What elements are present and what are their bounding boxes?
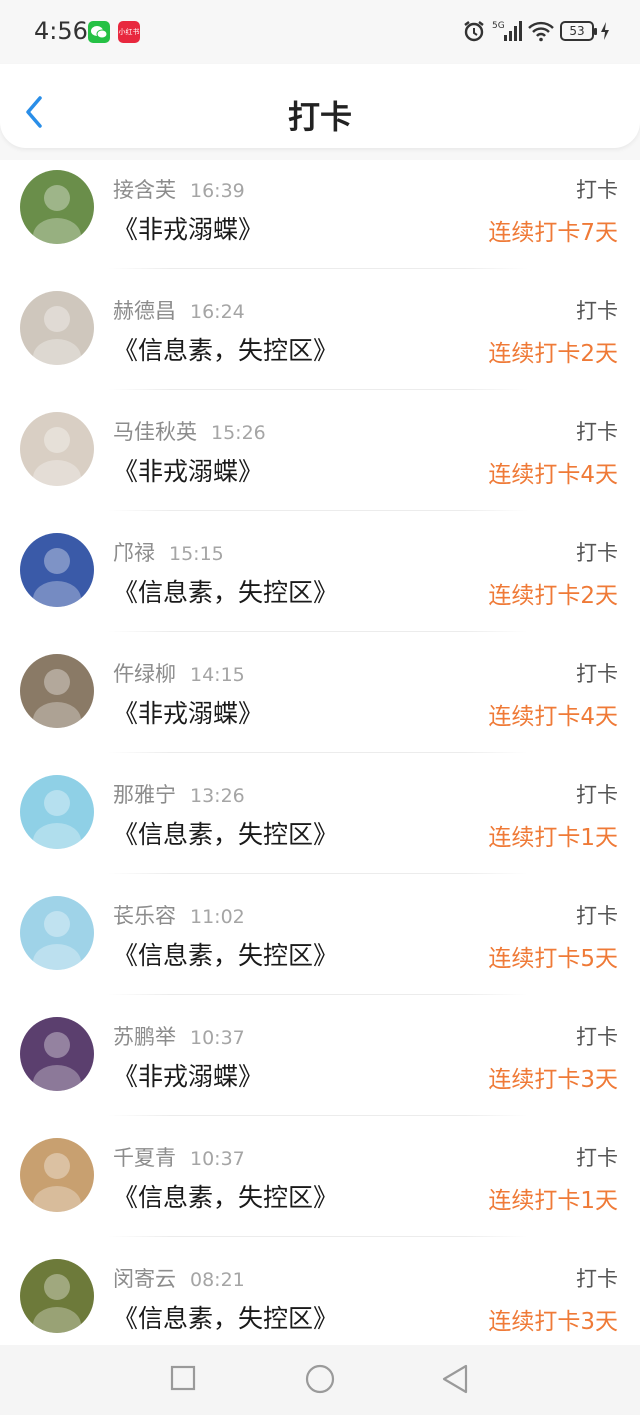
list-item[interactable]: 仵绿柳 14:15 《非戎溺蝶》 打卡 连续打卡4天 <box>0 632 640 753</box>
user-name: 苌乐容 <box>113 904 176 928</box>
checkin-label: 打卡 <box>576 904 618 928</box>
user-name-line: 苌乐容 11:02 <box>113 900 245 930</box>
book-title: 《信息素，失控区》 <box>113 336 339 365</box>
checkin-label: 打卡 <box>576 1267 618 1291</box>
avatar[interactable] <box>20 412 94 486</box>
user-name-line: 闵寄云 08:21 <box>113 1263 245 1293</box>
book-title: 《非戎溺蝶》 <box>113 215 264 244</box>
checkin-time: 14:15 <box>190 664 245 686</box>
list-item[interactable]: 马佳秋英 15:26 《非戎溺蝶》 打卡 连续打卡4天 <box>0 390 640 511</box>
list-item[interactable]: 苏鹏举 10:37 《非戎溺蝶》 打卡 连续打卡3天 <box>0 995 640 1116</box>
streak-count: 连续打卡2天 <box>488 341 618 367</box>
avatar[interactable] <box>20 1017 94 1091</box>
checkin-time: 11:02 <box>190 906 245 928</box>
status-icons: 5G 53 <box>462 18 610 44</box>
book-title: 《信息素，失控区》 <box>113 1183 339 1212</box>
list-item[interactable]: 苌乐容 11:02 《信息素，失控区》 打卡 连续打卡5天 <box>0 874 640 995</box>
user-name-line: 邝禄 15:15 <box>113 537 224 567</box>
user-name-line: 赫德昌 16:24 <box>113 295 245 325</box>
streak-count: 连续打卡1天 <box>488 825 618 851</box>
avatar[interactable] <box>20 896 94 970</box>
avatar[interactable] <box>20 1138 94 1212</box>
svg-text:5G: 5G <box>492 21 505 31</box>
checkin-time: 10:37 <box>190 1148 245 1170</box>
user-name: 仵绿柳 <box>113 662 176 686</box>
book-title: 《信息素，失控区》 <box>113 1304 339 1333</box>
user-name-line: 那雅宁 13:26 <box>113 779 245 809</box>
avatar[interactable] <box>20 1259 94 1333</box>
checkin-list: 接含芙 16:39 《非戎溺蝶》 打卡 连续打卡7天 赫德昌 16:24 《信息素，… <box>0 148 640 1358</box>
battery-indicator: 53 <box>560 21 597 41</box>
avatar[interactable] <box>20 533 94 607</box>
book-title: 《非戎溺蝶》 <box>113 699 264 728</box>
checkin-label: 打卡 <box>576 1025 618 1049</box>
user-name: 马佳秋英 <box>113 420 197 444</box>
user-name: 邝禄 <box>113 541 155 565</box>
navigation-bar <box>0 1345 640 1415</box>
book-title: 《信息素，失控区》 <box>113 578 339 607</box>
list-item[interactable]: 邝禄 15:15 《信息素，失控区》 打卡 连续打卡2天 <box>0 511 640 632</box>
checkin-label: 打卡 <box>576 783 618 807</box>
user-name-line: 苏鹏举 10:37 <box>113 1021 245 1051</box>
checkin-time: 15:26 <box>211 422 266 444</box>
user-name: 赫德昌 <box>113 299 176 323</box>
user-name: 闵寄云 <box>113 1267 176 1291</box>
recent-apps-icon[interactable] <box>170 1365 196 1391</box>
streak-count: 连续打卡3天 <box>488 1309 618 1335</box>
checkin-time: 08:21 <box>190 1269 245 1291</box>
charging-icon <box>601 22 609 40</box>
signal-5g-icon: 5G <box>492 21 522 41</box>
checkin-time: 13:26 <box>190 785 245 807</box>
user-name: 苏鹏举 <box>113 1025 176 1049</box>
back-triangle-icon[interactable] <box>441 1364 469 1394</box>
streak-count: 连续打卡3天 <box>488 1067 618 1093</box>
user-name: 千夏青 <box>113 1146 176 1170</box>
user-name-line: 仵绿柳 14:15 <box>113 658 245 688</box>
user-name: 那雅宁 <box>113 783 176 807</box>
list-item[interactable]: 闵寄云 08:21 《信息素，失控区》 打卡 连续打卡3天 <box>0 1237 640 1358</box>
streak-count: 连续打卡1天 <box>488 1188 618 1214</box>
book-title: 《非戎溺蝶》 <box>113 1062 264 1091</box>
user-name-line: 千夏青 10:37 <box>113 1142 245 1172</box>
checkin-label: 打卡 <box>576 178 618 202</box>
avatar[interactable] <box>20 775 94 849</box>
list-item[interactable]: 赫德昌 16:24 《信息素，失控区》 打卡 连续打卡2天 <box>0 269 640 390</box>
checkin-time: 15:15 <box>169 543 224 565</box>
list-item[interactable]: 千夏青 10:37 《信息素，失控区》 打卡 连续打卡1天 <box>0 1116 640 1237</box>
checkin-time: 10:37 <box>190 1027 245 1049</box>
xiaohongshu-icon: 小红书 <box>118 21 140 43</box>
checkin-label: 打卡 <box>576 299 618 323</box>
streak-count: 连续打卡7天 <box>488 220 618 246</box>
book-title: 《非戎溺蝶》 <box>113 457 264 486</box>
avatar[interactable] <box>20 170 94 244</box>
checkin-label: 打卡 <box>576 662 618 686</box>
book-title: 《信息素，失控区》 <box>113 941 339 970</box>
checkin-label: 打卡 <box>576 1146 618 1170</box>
user-name: 接含芙 <box>113 178 176 202</box>
streak-count: 连续打卡4天 <box>488 704 618 730</box>
book-title: 《信息素，失控区》 <box>113 820 339 849</box>
streak-count: 连续打卡2天 <box>488 583 618 609</box>
wifi-icon <box>528 21 554 42</box>
checkin-time: 16:39 <box>190 180 245 202</box>
page-title: 打卡 <box>287 98 352 136</box>
streak-count: 连续打卡4天 <box>488 462 618 488</box>
list-item[interactable]: 接含芙 16:39 《非戎溺蝶》 打卡 连续打卡7天 <box>0 148 640 269</box>
list-item[interactable]: 那雅宁 13:26 《信息素，失控区》 打卡 连续打卡1天 <box>0 753 640 874</box>
checkin-time: 16:24 <box>190 301 245 323</box>
avatar[interactable] <box>20 654 94 728</box>
checkin-label: 打卡 <box>576 541 618 565</box>
alarm-icon <box>464 21 484 42</box>
status-bar: 4:56 小红书 5G 53 <box>0 0 640 64</box>
home-icon[interactable] <box>305 1364 335 1394</box>
wechat-icon <box>88 21 110 43</box>
status-time: 4:56 <box>34 17 88 45</box>
avatar[interactable] <box>20 291 94 365</box>
streak-count: 连续打卡5天 <box>488 946 618 972</box>
user-name-line: 接含芙 16:39 <box>113 174 245 204</box>
header: 打卡 <box>0 64 640 148</box>
checkin-label: 打卡 <box>576 420 618 444</box>
user-name-line: 马佳秋英 15:26 <box>113 416 266 446</box>
